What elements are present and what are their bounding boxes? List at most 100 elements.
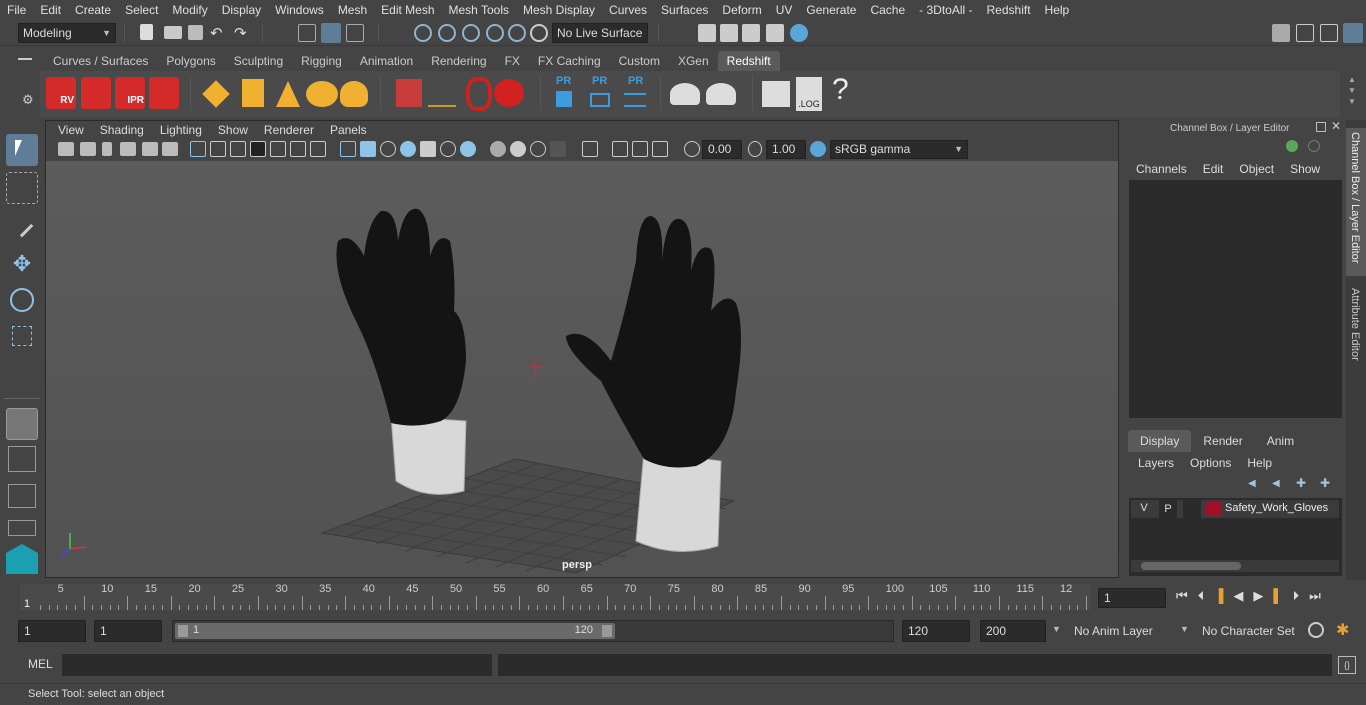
anim-layer-dropdown[interactable]: No Anim Layer [1066, 620, 1176, 642]
snap-curve-icon[interactable] [438, 24, 456, 42]
undo-icon[interactable]: ↶ [210, 24, 223, 42]
menu-display[interactable]: Display [215, 0, 268, 20]
new-empty-layer-icon[interactable]: ✚ [1296, 476, 1306, 490]
layer-menu-help[interactable]: Help [1239, 454, 1280, 472]
chevron-down-icon[interactable]: ▼ [1052, 624, 1061, 634]
xray-icon[interactable] [490, 141, 506, 157]
select-by-hierarchy-icon[interactable] [298, 24, 316, 42]
close-icon[interactable]: ✕ [1331, 119, 1341, 133]
dome-light-icon[interactable] [306, 81, 338, 107]
viewport-menu-view[interactable]: View [50, 123, 92, 137]
camera-select-icon[interactable] [58, 142, 74, 156]
character-set-dropdown[interactable]: No Character Set [1196, 620, 1300, 642]
menu-uv[interactable]: UV [769, 0, 800, 20]
render-view-rv-icon[interactable]: RV [46, 77, 76, 109]
float-panel-icon[interactable] [1316, 122, 1326, 132]
menu-select[interactable]: Select [118, 0, 165, 20]
ambient-occlusion-icon[interactable] [460, 141, 476, 157]
select-by-object-icon[interactable] [321, 23, 341, 43]
tab-animation[interactable]: Animation [351, 51, 422, 71]
wireframe-icon[interactable] [340, 141, 356, 157]
toggle-channel-box-icon[interactable] [1343, 23, 1363, 43]
layer-tab-display[interactable]: Display [1128, 430, 1192, 452]
toggle-attribute-editor-icon[interactable] [1296, 24, 1314, 42]
timeline-ruler[interactable]: 1 5 10 15 20 25 30 35 40 45 50 55 60 65 70 75 80 85 90 95 1… [20, 583, 1090, 610]
volume-icon[interactable] [428, 83, 456, 107]
play-forwards-icon[interactable]: ▶ [1253, 588, 1273, 603]
channel-box-icon[interactable] [1286, 140, 1298, 152]
pr-object-icon[interactable]: PR [556, 75, 571, 87]
playback-start-field[interactable]: 1 [94, 620, 162, 642]
image-plane-icon[interactable] [120, 142, 136, 156]
menu-mesh-tools[interactable]: Mesh Tools [442, 0, 516, 20]
range-bar-handle[interactable]: 1 120 [175, 623, 615, 639]
save-scene-icon[interactable] [188, 25, 203, 40]
menu-mesh-display[interactable]: Mesh Display [516, 0, 602, 20]
layer-tab-anim[interactable]: Anim [1255, 430, 1306, 452]
open-scene-icon[interactable] [164, 26, 182, 39]
script-editor-button-icon[interactable]: {} [1338, 656, 1356, 674]
menu-mesh[interactable]: Mesh [331, 0, 374, 20]
select-tool-icon[interactable] [6, 134, 38, 166]
snap-projected-icon[interactable] [486, 24, 504, 42]
grid-icon[interactable] [190, 141, 206, 157]
fit-all-icon[interactable] [652, 141, 668, 157]
sphere-material-icon[interactable] [494, 79, 524, 107]
layer-horizontal-scrollbar[interactable] [1131, 560, 1339, 572]
menu-surfaces[interactable]: Surfaces [654, 0, 715, 20]
select-camera-icon[interactable] [582, 141, 598, 157]
mode-dropdown[interactable]: Modeling ▼ [18, 23, 116, 43]
help-icon[interactable]: ? [832, 73, 849, 107]
bake-set-icon[interactable] [706, 83, 736, 105]
viewport-menu-lighting[interactable]: Lighting [152, 123, 210, 137]
menu-file[interactable]: File [0, 0, 33, 20]
step-back-icon[interactable]: ▐ [1214, 588, 1233, 603]
tab-xgen[interactable]: XGen [669, 51, 718, 71]
gamma-icon[interactable] [748, 141, 762, 157]
render-view-icon[interactable] [698, 24, 716, 42]
ipr-icon[interactable]: IPR [115, 77, 145, 109]
2d-pan-zoom-icon[interactable] [142, 142, 158, 156]
pr-export-icon[interactable]: PR [592, 75, 607, 87]
pr-convert-icon[interactable]: PR [628, 75, 643, 87]
layer-visibility-toggle[interactable]: V [1135, 502, 1153, 514]
scale-tool-icon[interactable] [6, 320, 38, 352]
select-by-component-icon[interactable] [346, 24, 364, 42]
bookmark-icon[interactable] [102, 142, 112, 156]
menu-curves[interactable]: Curves [602, 0, 654, 20]
layer-menu-options[interactable]: Options [1182, 454, 1239, 472]
camera-attributes-icon[interactable] [80, 142, 96, 156]
gate-mask-icon[interactable] [250, 141, 266, 157]
frame-all-icon[interactable] [612, 141, 628, 157]
viewport-menu-panels[interactable]: Panels [322, 123, 375, 137]
current-frame-field[interactable]: 1 [1098, 588, 1166, 608]
redo-icon[interactable]: ↷ [234, 24, 247, 42]
layout-two-view-icon[interactable] [8, 484, 36, 508]
tab-redshift[interactable]: Redshift [717, 51, 780, 71]
shelf-settings-gear-icon[interactable]: ⚙ [22, 92, 34, 108]
batch-render-icon[interactable] [81, 77, 111, 109]
playback-end-field[interactable]: 120 [902, 620, 970, 642]
lasso-tool-icon[interactable] [6, 172, 38, 204]
chevron-down-icon[interactable]: ▼ [1180, 624, 1189, 634]
move-tool-icon[interactable]: ✥ [6, 248, 38, 280]
menu-modify[interactable]: Modify [165, 0, 214, 20]
gamma-field[interactable]: 1.00 [766, 140, 806, 159]
new-scene-icon[interactable] [140, 24, 153, 40]
render-frame-icon[interactable] [720, 24, 738, 42]
tab-channel-box[interactable]: Channel Box / Layer Editor [1346, 128, 1366, 276]
script-language-toggle[interactable]: MEL [28, 657, 53, 671]
film-gate-icon[interactable] [210, 141, 226, 157]
move-layer-up-icon[interactable]: ◀ [1248, 478, 1256, 489]
viewport-menu-show[interactable]: Show [210, 123, 256, 137]
menu-edit[interactable]: Edit [33, 0, 68, 20]
menu-edit-mesh[interactable]: Edit Mesh [374, 0, 441, 20]
step-forward-icon[interactable]: ▌ [1273, 588, 1292, 603]
workspace-icon[interactable] [1272, 24, 1290, 42]
move-layer-down-icon[interactable]: ◀ [1272, 478, 1280, 489]
hypershade-icon[interactable] [790, 24, 808, 42]
menu-3dtoall[interactable]: - 3DtoAll - [912, 0, 979, 20]
bake-icon[interactable] [670, 83, 700, 105]
toggle-tool-settings-icon[interactable] [1320, 24, 1338, 42]
color-space-dropdown[interactable]: sRGB gamma ▼ [830, 140, 968, 159]
